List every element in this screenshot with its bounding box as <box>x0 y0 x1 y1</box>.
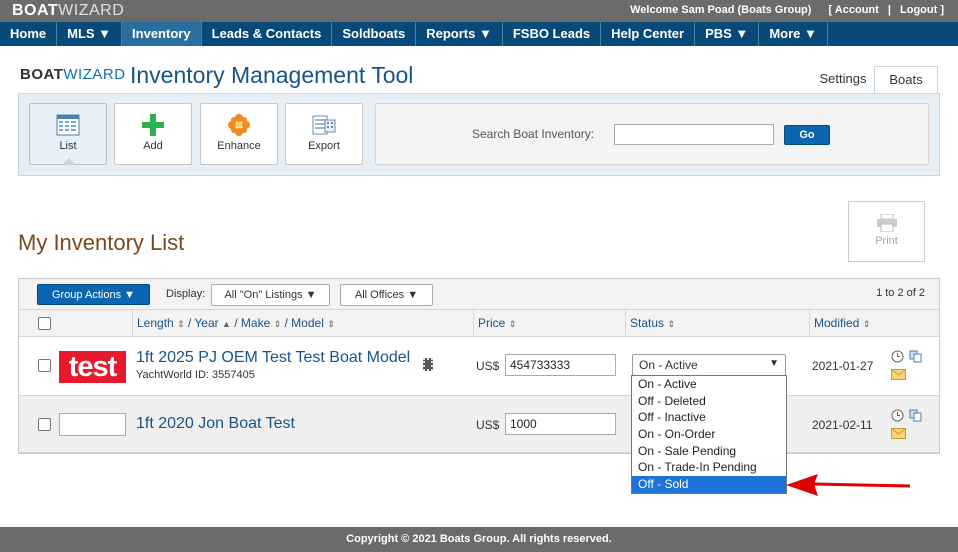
nav-fsbo-leads[interactable]: FSBO Leads <box>503 22 602 46</box>
row-checkbox[interactable] <box>38 359 51 372</box>
status-select[interactable]: On - Active ▼ <box>632 354 786 376</box>
table-toolbar: Group Actions ▼ Display: All "On" Listin… <box>19 279 939 310</box>
sort-year[interactable]: Year <box>194 316 218 330</box>
select-all-checkbox[interactable] <box>38 317 51 330</box>
pager-text: 1 to 2 of 2 <box>876 287 925 299</box>
search-panel: Search Boat Inventory: Go <box>375 103 929 165</box>
table-row: test 1ft 2025 PJ OEM Test Test Boat Mode… <box>19 337 939 396</box>
nav-mls[interactable]: MLS ▼ <box>57 22 123 46</box>
flower-icon <box>228 114 250 136</box>
table-header: Length ⇕ / Year ▲ / Make ⇕ / Model ⇕ Pri… <box>19 310 939 337</box>
status-dropdown-list: On - Active Off - Deleted Off - Inactive… <box>631 375 787 494</box>
add-button[interactable]: Add <box>114 103 192 165</box>
welcome-area: Welcome Sam Poad (Boats Group) [ Account… <box>624 4 944 16</box>
search-input[interactable] <box>614 124 774 145</box>
nav-pbs[interactable]: PBS ▼ <box>695 22 760 46</box>
nav-home[interactable]: Home <box>0 22 58 46</box>
film-icon[interactable] <box>423 358 433 371</box>
column-header-status[interactable]: Status ⇕ <box>625 310 809 337</box>
separator: | <box>887 4 891 16</box>
logo: BOATWIZARD <box>12 2 125 19</box>
column-header-modified[interactable]: Modified ⇕ <box>809 310 939 337</box>
nav-soldboats[interactable]: Soldboats <box>332 22 417 46</box>
table-row: 1ft 2020 Jon Boat Test US$ 1000 2021-02-… <box>19 396 939 453</box>
boat-title-link[interactable]: 1ft 2025 PJ OEM Test Test Boat Model <box>136 349 410 367</box>
enhance-label: Enhance <box>217 140 261 152</box>
column-header-length-year-make-model: Length ⇕ / Year ▲ / Make ⇕ / Model ⇕ <box>132 310 473 337</box>
status-option-on-sale-pending[interactable]: On - Sale Pending <box>632 443 786 460</box>
clock-icon[interactable] <box>891 409 904 422</box>
row-checkbox[interactable] <box>38 418 51 431</box>
currency-label: US$ <box>476 359 500 373</box>
go-button[interactable]: Go <box>784 125 830 145</box>
display-label: Display: <box>166 288 206 300</box>
boat-title-link[interactable]: 1ft 2020 Jon Boat Test <box>136 415 295 433</box>
export-icon <box>312 115 336 135</box>
red-arrow-icon <box>786 474 910 496</box>
printer-icon <box>876 214 897 232</box>
inventory-table: Group Actions ▼ Display: All "On" Listin… <box>18 278 940 454</box>
yachtworld-id: YachtWorld ID: 3557405 <box>136 369 255 381</box>
export-button[interactable]: Export <box>285 103 363 165</box>
status-option-off-deleted[interactable]: Off - Deleted <box>632 393 786 410</box>
chevron-down-icon: ▼ <box>769 358 779 369</box>
modified-date: 2021-01-27 <box>812 359 874 373</box>
list-icon <box>56 114 80 136</box>
envelope-icon[interactable] <box>891 369 906 380</box>
tab-boats[interactable]: Boats <box>874 66 938 94</box>
logout-link[interactable]: Logout ] <box>900 4 944 16</box>
nav-reports[interactable]: Reports ▼ <box>416 22 503 46</box>
export-label: Export <box>308 140 340 152</box>
brand-logo: BOATWIZARD <box>20 66 126 83</box>
top-bar: BOATWIZARD Welcome Sam Poad (Boats Group… <box>0 0 958 22</box>
footer: Copyright © 2021 Boats Group. All rights… <box>0 527 958 552</box>
page-title: Inventory Management Tool <box>130 62 414 88</box>
status-option-on-on-order[interactable]: On - On-Order <box>632 426 786 443</box>
status-option-on-trade-in-pending[interactable]: On - Trade-In Pending <box>632 459 786 476</box>
price-input[interactable]: 1000 <box>505 413 616 435</box>
plus-icon <box>142 114 164 136</box>
sort-length[interactable]: Length <box>137 316 174 330</box>
tab-settings[interactable]: Settings <box>812 66 874 92</box>
print-label: Print <box>875 235 898 247</box>
copy-icon[interactable] <box>909 409 922 422</box>
list-label: List <box>59 140 77 152</box>
nav-help-center[interactable]: Help Center <box>601 22 696 46</box>
display-filter-dropdown[interactable]: All "On" Listings ▼ <box>211 284 330 306</box>
list-button[interactable]: List <box>29 103 107 165</box>
status-option-off-inactive[interactable]: Off - Inactive <box>632 409 786 426</box>
boat-thumbnail[interactable] <box>59 413 126 436</box>
sort-model[interactable]: Model <box>291 316 324 330</box>
status-option-off-sold[interactable]: Off - Sold <box>632 476 786 493</box>
tool-panel: List Add Enhance Export Search Boat Inve… <box>18 93 940 176</box>
search-label: Search Boat Inventory: <box>472 127 595 141</box>
list-title: My Inventory List <box>18 230 185 255</box>
boat-thumbnail[interactable]: test <box>59 351 126 383</box>
currency-label: US$ <box>476 418 500 432</box>
welcome-text: Welcome Sam Poad (Boats Group) <box>630 4 812 16</box>
nav-leads-contacts[interactable]: Leads & Contacts <box>202 22 333 46</box>
nav-inventory[interactable]: Inventory <box>122 22 202 46</box>
clock-icon[interactable] <box>891 350 904 363</box>
account-link[interactable]: [ Account <box>829 4 879 16</box>
print-button[interactable]: Print <box>848 201 925 262</box>
active-pointer-icon <box>62 158 76 165</box>
enhance-button[interactable]: Enhance <box>200 103 278 165</box>
column-header-price[interactable]: Price ⇕ <box>473 310 625 337</box>
add-label: Add <box>143 140 163 152</box>
group-actions-button[interactable]: Group Actions ▼ <box>37 284 150 305</box>
status-option-on-active[interactable]: On - Active <box>632 376 786 393</box>
envelope-icon[interactable] <box>891 428 906 439</box>
main-nav: Home MLS ▼ Inventory Leads & Contacts So… <box>0 22 958 46</box>
price-input[interactable]: 454733333 <box>505 354 616 376</box>
copy-icon[interactable] <box>909 350 922 363</box>
sort-make[interactable]: Make <box>241 316 270 330</box>
modified-date: 2021-02-11 <box>812 418 873 432</box>
nav-more[interactable]: More ▼ <box>759 22 828 46</box>
offices-filter-dropdown[interactable]: All Offices ▼ <box>340 284 433 306</box>
